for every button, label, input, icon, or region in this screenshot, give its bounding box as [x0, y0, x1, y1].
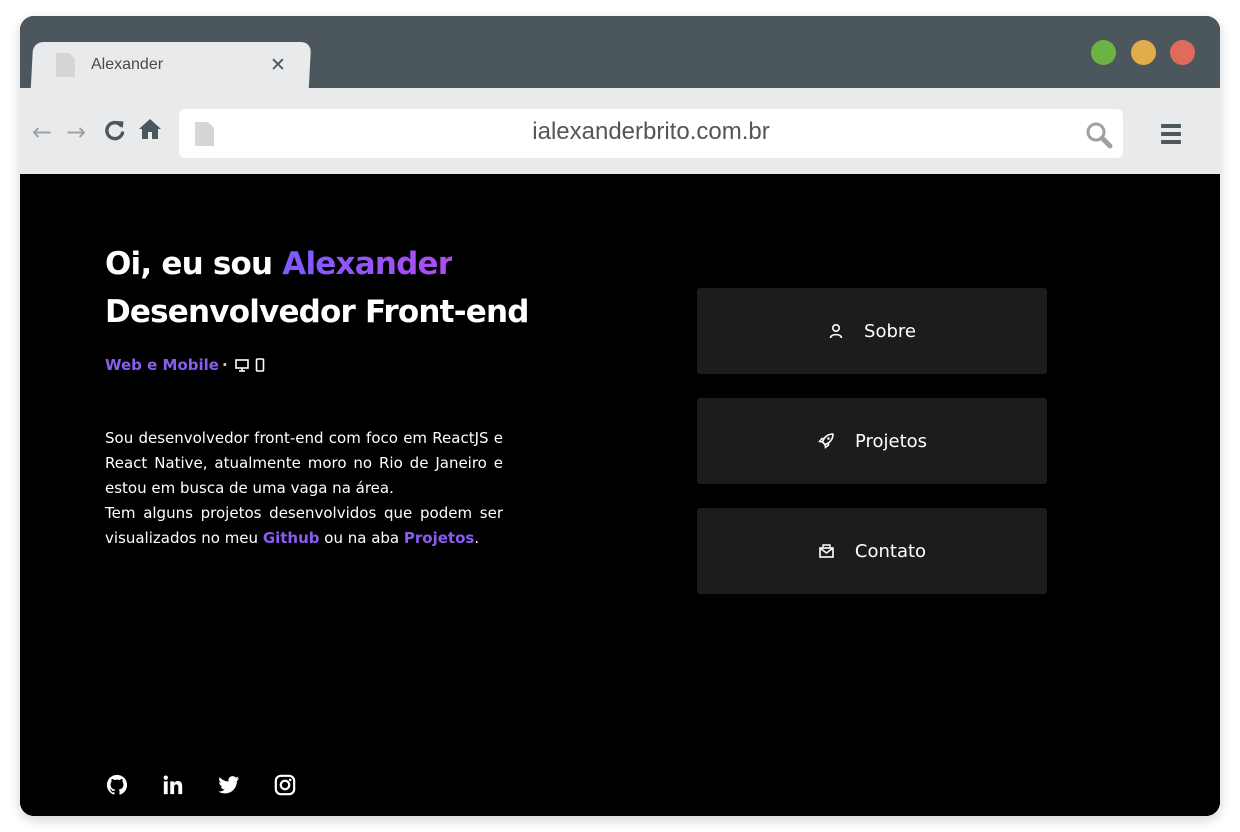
- browser-titlebar: Alexander ✕: [20, 16, 1220, 88]
- browser-window: Alexander ✕ ← → ialexanderbrito.com.br O…: [20, 16, 1220, 816]
- bio-text-segment: ou na aba: [319, 529, 404, 547]
- rocket-icon: [818, 433, 834, 449]
- tab-title: Alexander: [91, 56, 164, 73]
- search-icon[interactable]: [1085, 121, 1113, 149]
- page-content: Oi, eu sou Alexander Desenvolvedor Front…: [20, 174, 1220, 816]
- sobre-button[interactable]: Sobre: [697, 288, 1047, 374]
- contato-label: Contato: [854, 540, 927, 562]
- reload-icon[interactable]: [104, 118, 126, 148]
- mobile-icon: [255, 358, 264, 372]
- sobre-label: Sobre: [864, 320, 916, 342]
- close-window-button[interactable]: [1170, 40, 1195, 65]
- hero-name: Alexander: [282, 246, 453, 282]
- hero-greeting: Oi, eu sou Alexander: [105, 246, 453, 282]
- projects-link[interactable]: Projetos: [404, 529, 474, 547]
- user-icon: [829, 323, 843, 339]
- browser-tab[interactable]: Alexander: [54, 42, 294, 88]
- instagram-icon[interactable]: [274, 774, 296, 796]
- github-icon[interactable]: [106, 774, 128, 796]
- bio-paragraph-2: Tem alguns projetos desenvolvidos que po…: [105, 501, 503, 551]
- mail-icon: [819, 544, 834, 558]
- hero-role: Desenvolvedor Front-end: [105, 294, 529, 330]
- forward-arrow-icon[interactable]: →: [66, 118, 86, 146]
- separator: ·: [221, 356, 228, 374]
- tab-close-icon[interactable]: ✕: [270, 52, 286, 78]
- linkedin-icon[interactable]: [162, 774, 184, 796]
- address-bar[interactable]: ialexanderbrito.com.br: [179, 109, 1123, 158]
- projetos-button[interactable]: Projetos: [697, 398, 1047, 484]
- desktop-icon: [234, 358, 249, 372]
- bio-text: Sou desenvolvedor front-end com foco em …: [105, 426, 503, 551]
- url-text[interactable]: ialexanderbrito.com.br: [179, 109, 1123, 158]
- browser-menu-icon[interactable]: [1161, 124, 1181, 148]
- back-arrow-icon[interactable]: ←: [32, 118, 52, 146]
- maximize-window-button[interactable]: [1091, 40, 1116, 65]
- home-icon[interactable]: [138, 118, 162, 146]
- bio-text-segment: .: [474, 529, 480, 547]
- platforms-text: Web e Mobile: [105, 356, 219, 374]
- bio-paragraph-1: Sou desenvolvedor front-end com foco em …: [105, 429, 503, 497]
- contato-button[interactable]: Contato: [697, 508, 1047, 594]
- greeting-text: Oi, eu sou: [105, 246, 273, 282]
- github-link[interactable]: Github: [263, 529, 320, 547]
- projetos-label: Projetos: [854, 430, 928, 452]
- platforms-line: Web e Mobile ·: [105, 356, 266, 374]
- twitter-icon[interactable]: [218, 774, 240, 796]
- page-icon: [56, 53, 75, 77]
- minimize-window-button[interactable]: [1131, 40, 1156, 65]
- browser-toolbar: ← → ialexanderbrito.com.br: [20, 88, 1220, 174]
